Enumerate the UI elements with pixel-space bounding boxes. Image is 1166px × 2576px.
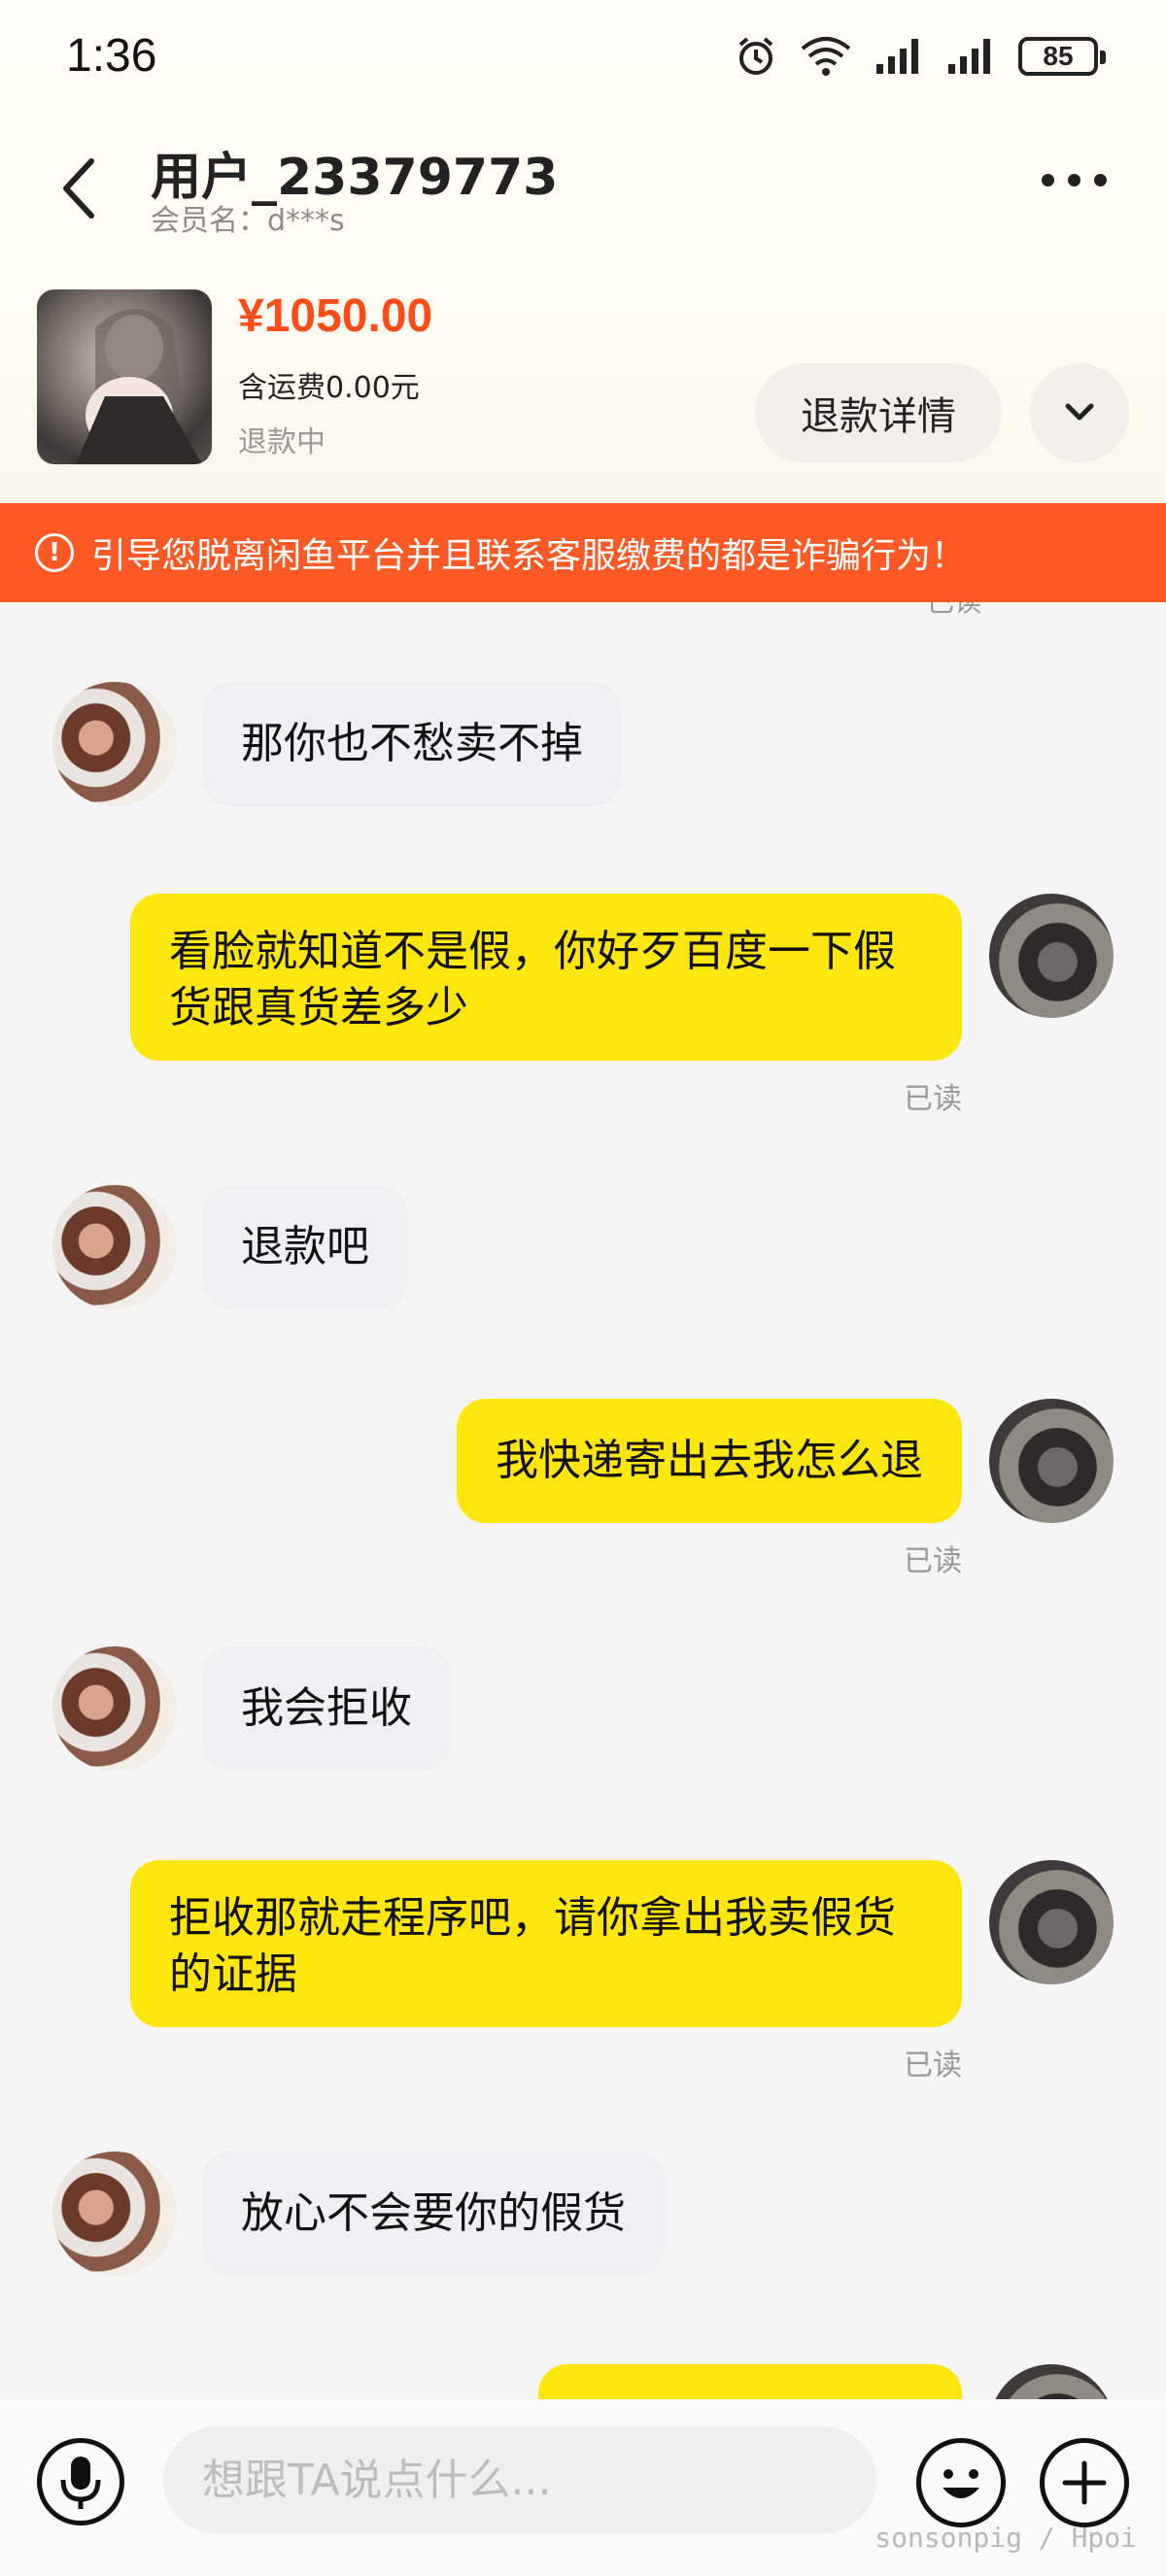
refund-details-button[interactable]: 退款详情 bbox=[755, 363, 1002, 462]
message-bubble[interactable]: 看脸就知道不是假，你好歹百度一下假货跟真货差多少 bbox=[130, 894, 962, 1061]
avatar[interactable] bbox=[52, 682, 177, 806]
avatar[interactable] bbox=[52, 1185, 177, 1309]
watermark: sonsonpig / Hpoi bbox=[874, 2522, 1137, 2554]
voice-button[interactable] bbox=[37, 2438, 124, 2525]
message-bubble[interactable]: 退款吧 bbox=[202, 1185, 408, 1309]
read-receipt: 已读 bbox=[904, 1082, 962, 1116]
microphone-icon bbox=[60, 2457, 101, 2509]
product-price: ¥1050.00 bbox=[238, 290, 433, 342]
avatar[interactable] bbox=[52, 1646, 177, 1771]
message-bubble-partial[interactable] bbox=[538, 2364, 962, 2399]
avatar[interactable] bbox=[989, 894, 1114, 1018]
message-bubble[interactable]: 那你也不愁卖不掉 bbox=[202, 682, 622, 806]
chevron-left-icon bbox=[63, 158, 94, 219]
status-time: 1:36 bbox=[66, 30, 157, 82]
alarm-icon bbox=[738, 37, 773, 75]
avatar[interactable] bbox=[989, 1860, 1114, 1984]
status-bar: 1:36 85 bbox=[0, 0, 1166, 117]
smiley-icon bbox=[943, 2469, 979, 2498]
more-button[interactable] bbox=[1042, 165, 1119, 194]
message-bubble[interactable]: 放心不会要你的假货 bbox=[202, 2152, 665, 2276]
warning-text: 引导您脱离闲鱼平台并且联系客服缴费的都是诈骗行为！ bbox=[91, 536, 967, 576]
battery-icon: 85 bbox=[1018, 37, 1106, 76]
battery-level: 85 bbox=[1043, 41, 1074, 71]
avatar[interactable] bbox=[52, 2152, 177, 2276]
message-bubble[interactable]: 我快递寄出去我怎么退 bbox=[457, 1399, 962, 1523]
product-shipping: 含运费0.00元 bbox=[238, 371, 420, 405]
signal-icon bbox=[876, 39, 918, 74]
chevron-down-icon bbox=[1065, 403, 1094, 421]
more-dot-icon bbox=[1068, 173, 1080, 186]
order-status: 退款中 bbox=[238, 425, 326, 459]
message-list[interactable]: 已读 那你也不愁卖不掉 看脸就知道不是假，你好歹百度一下假货跟真货差多少 已读 … bbox=[0, 602, 1166, 2399]
signal-icon bbox=[948, 39, 990, 74]
message-bubble[interactable]: 拒收那就走程序吧，请你拿出我卖假货的证据 bbox=[130, 1860, 962, 2027]
emoji-button[interactable] bbox=[916, 2438, 1006, 2527]
alert-icon: ! bbox=[35, 533, 74, 572]
wifi-icon bbox=[801, 37, 851, 76]
message-input[interactable] bbox=[163, 2426, 876, 2533]
read-receipt: 已读 bbox=[904, 2049, 962, 2083]
chat-header: 用户_23379773 会员名：d***s bbox=[0, 126, 1166, 243]
more-dot-icon bbox=[1094, 173, 1107, 186]
read-receipt: 已读 bbox=[927, 602, 981, 620]
status-icons: 85 bbox=[735, 33, 1106, 80]
avatar[interactable] bbox=[989, 2364, 1114, 2399]
expand-button[interactable] bbox=[1030, 363, 1129, 462]
avatar[interactable] bbox=[989, 1399, 1114, 1523]
message-bubble[interactable]: 我会拒收 bbox=[202, 1646, 451, 1771]
add-button[interactable] bbox=[1040, 2438, 1129, 2527]
figure-image bbox=[76, 309, 202, 464]
product-thumbnail[interactable] bbox=[37, 289, 212, 464]
member-name: 会员名：d***s bbox=[151, 204, 345, 238]
back-button[interactable] bbox=[52, 150, 111, 227]
more-dot-icon bbox=[1042, 173, 1054, 186]
product-card[interactable]: ¥1050.00 含运费0.00元 退款中 退款详情 bbox=[0, 282, 1166, 476]
plus-icon bbox=[1062, 2460, 1107, 2505]
fraud-warning-banner: ! 引导您脱离闲鱼平台并且联系客服缴费的都是诈骗行为！ bbox=[0, 503, 1166, 602]
read-receipt: 已读 bbox=[904, 1544, 962, 1578]
